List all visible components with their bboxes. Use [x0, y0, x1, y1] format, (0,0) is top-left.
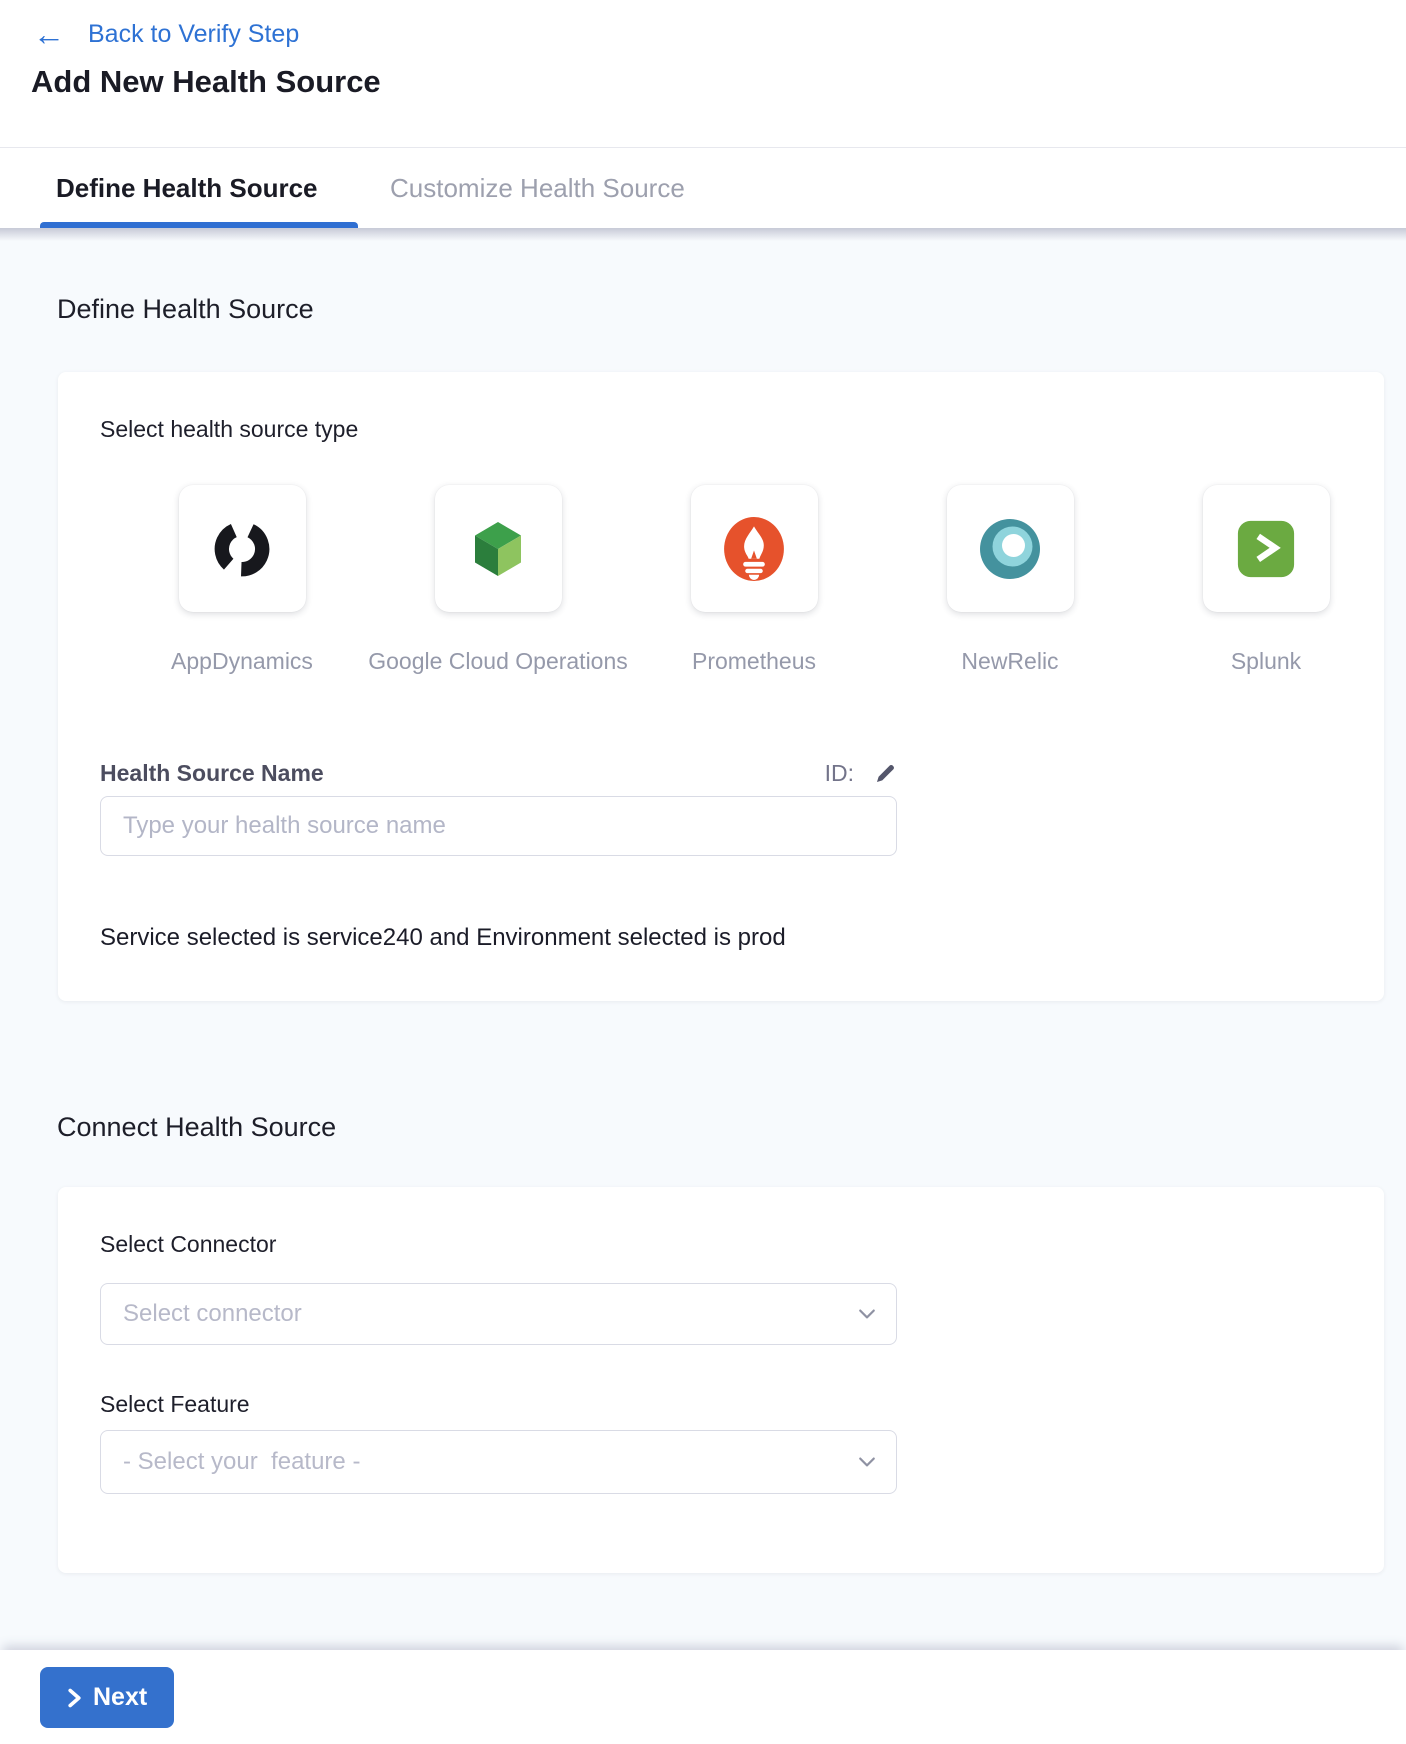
page-header: ← Back to Verify Step Add New Health Sou…	[0, 0, 1406, 148]
prometheus-card[interactable]	[691, 485, 818, 612]
type-option-prometheus: Prometheus	[626, 485, 882, 675]
define-health-source-card: Select health source type AppDynamics	[58, 372, 1384, 1001]
chevron-down-icon	[858, 1453, 876, 1471]
splunk-icon	[1235, 518, 1297, 580]
feature-select-placeholder: - Select your feature -	[123, 1448, 360, 1476]
connector-select-placeholder: Select connector	[123, 1300, 302, 1328]
tab-define-health-source[interactable]: Define Health Source	[56, 173, 318, 204]
appdynamics-icon	[208, 515, 276, 583]
type-option-newrelic: NewRelic	[882, 485, 1138, 675]
id-label: ID:	[825, 760, 854, 787]
google-cloud-operations-icon	[466, 517, 530, 581]
footer-bar: Next	[0, 1650, 1406, 1744]
appdynamics-card[interactable]	[179, 485, 306, 612]
define-section-heading: Define Health Source	[57, 294, 314, 325]
type-option-splunk: Splunk	[1138, 485, 1394, 675]
tab-bar: Define Health Source Customize Health So…	[0, 149, 1406, 228]
content-area: Define Health Source Select health sourc…	[0, 228, 1406, 1650]
newrelic-icon	[978, 517, 1042, 581]
back-arrow-icon: ←	[33, 18, 65, 50]
connect-health-source-card: Select Connector Select connector Select…	[58, 1187, 1384, 1573]
connector-select[interactable]: Select connector	[100, 1283, 897, 1345]
feature-select[interactable]: - Select your feature -	[100, 1430, 897, 1494]
service-environment-note: Service selected is service240 and Envir…	[100, 924, 786, 952]
tab-customize-health-source[interactable]: Customize Health Source	[390, 173, 685, 204]
id-wrap: ID:	[825, 760, 897, 787]
health-source-name-row: Health Source Name ID:	[100, 760, 897, 787]
back-link-label: Back to Verify Step	[88, 20, 299, 49]
back-to-verify-link[interactable]: ← Back to Verify Step	[33, 18, 299, 50]
edit-pencil-icon[interactable]	[874, 762, 897, 785]
type-label-prometheus: Prometheus	[692, 648, 816, 675]
chevron-down-icon	[858, 1305, 876, 1323]
type-option-gcp: Google Cloud Operations	[370, 485, 626, 675]
type-label-gcp: Google Cloud Operations	[368, 648, 628, 675]
health-source-type-row: AppDynamics Google Cloud Operations	[114, 485, 1394, 675]
select-feature-label: Select Feature	[100, 1391, 250, 1418]
type-label-appdynamics: AppDynamics	[171, 648, 313, 675]
type-label-newrelic: NewRelic	[961, 648, 1058, 675]
add-health-source-page: ← Back to Verify Step Add New Health Sou…	[0, 0, 1406, 1744]
type-option-appdynamics: AppDynamics	[114, 485, 370, 675]
type-label-splunk: Splunk	[1231, 648, 1301, 675]
newrelic-card[interactable]	[947, 485, 1074, 612]
google-cloud-operations-card[interactable]	[435, 485, 562, 612]
prometheus-icon	[721, 516, 787, 582]
splunk-card[interactable]	[1203, 485, 1330, 612]
health-source-name-label: Health Source Name	[100, 760, 324, 787]
connect-section-heading: Connect Health Source	[57, 1112, 336, 1143]
health-source-name-input[interactable]	[100, 796, 897, 856]
next-button[interactable]: Next	[40, 1667, 174, 1728]
page-title: Add New Health Source	[31, 64, 381, 100]
select-connector-label: Select Connector	[100, 1231, 276, 1258]
next-button-label: Next	[93, 1683, 147, 1712]
next-chevron-icon	[67, 1688, 82, 1708]
select-type-label: Select health source type	[100, 416, 358, 443]
